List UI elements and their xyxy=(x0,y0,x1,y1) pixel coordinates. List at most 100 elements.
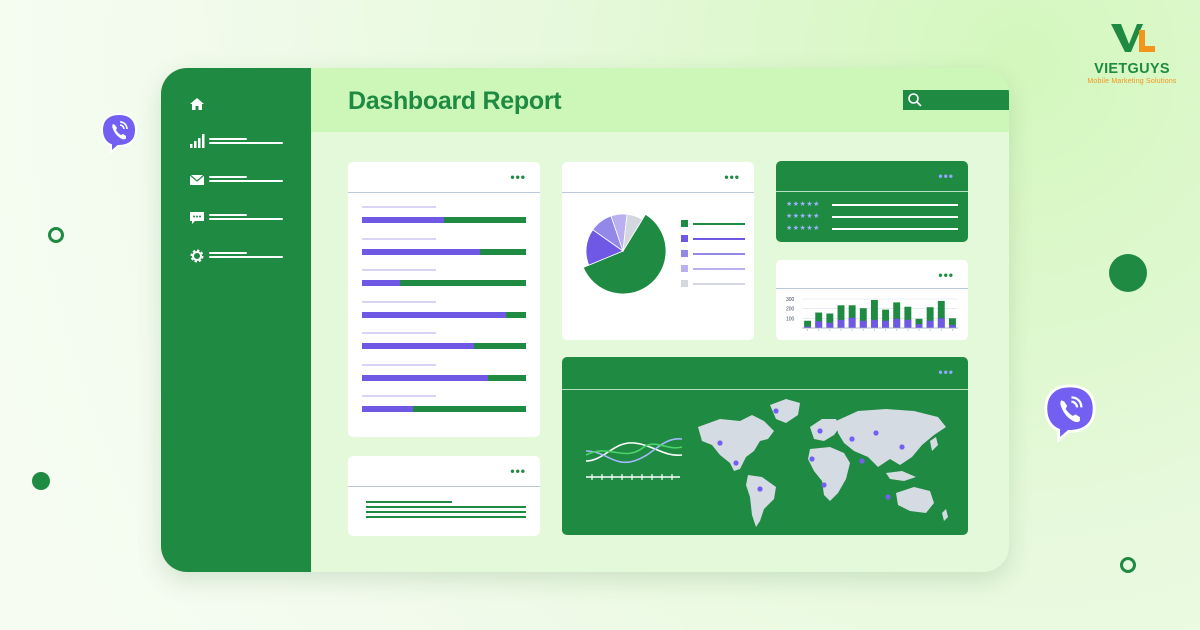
rating-card: ••• ★★★★★ ★★★★★ ★★★★★ xyxy=(776,161,968,242)
search-input[interactable] xyxy=(903,90,1009,110)
progress-bar-fill xyxy=(362,311,507,318)
progress-bar xyxy=(362,406,526,412)
viber-icon xyxy=(1044,384,1096,443)
signal-bars-icon xyxy=(190,134,205,148)
vietguys-logo: VIETGUYS Mobile Marketing Solutions xyxy=(1082,22,1182,85)
bar-series-2 xyxy=(937,318,945,328)
wave-line-graph xyxy=(585,438,683,480)
envelope-icon xyxy=(189,174,205,185)
legend-swatch xyxy=(681,280,688,287)
sidebar-item-label xyxy=(209,138,247,140)
card-menu-button[interactable]: ••• xyxy=(938,366,954,378)
y-tick-label: 200 xyxy=(786,307,795,313)
bar-series-2 xyxy=(815,321,823,328)
progress-label xyxy=(362,237,436,240)
bar-series-2 xyxy=(870,319,878,328)
bar-chart: 300 200 100 xyxy=(786,297,958,331)
home-icon xyxy=(190,98,204,110)
progress-bar xyxy=(362,248,526,255)
progress-bar-fill xyxy=(362,374,489,381)
search-icon xyxy=(908,93,922,107)
text-card: ••• xyxy=(348,456,540,536)
progress-bar xyxy=(362,217,526,223)
progress-bar xyxy=(362,374,526,381)
pie-chart-card: ••• xyxy=(562,162,754,340)
progress-bar-fill xyxy=(362,406,413,412)
progress-card: ••• xyxy=(348,162,540,437)
decor-ring-right xyxy=(1120,557,1136,573)
gear-icon xyxy=(190,249,204,263)
card-divider xyxy=(348,486,540,487)
legend-swatch xyxy=(681,220,688,227)
progress-bar-fill xyxy=(362,280,400,286)
decor-ring-left xyxy=(48,227,64,243)
sidebar-item-label xyxy=(209,256,283,258)
brand-name: VIETGUYS xyxy=(1094,61,1170,77)
progress-bar-fill xyxy=(362,343,474,349)
text-line xyxy=(366,506,526,508)
progress-bar xyxy=(362,343,526,349)
bar-series-2 xyxy=(904,319,912,328)
legend-label xyxy=(693,283,745,285)
rating-line xyxy=(832,216,958,218)
rating-line xyxy=(832,228,958,230)
legend-label xyxy=(693,238,745,240)
bar-series-2 xyxy=(926,320,934,328)
dashboard-window: Dashboard Report ••• ••• ••• ••• ★★★★★ ★… xyxy=(161,68,1009,572)
bar-series-2 xyxy=(915,324,923,328)
sidebar-item-label xyxy=(209,176,247,178)
sidebar-item-label xyxy=(209,142,283,144)
legend-label xyxy=(693,223,745,225)
star-rating: ★★★★★ xyxy=(786,200,820,208)
world-map xyxy=(698,399,948,527)
card-divider xyxy=(348,192,540,193)
chat-bubble-icon xyxy=(190,212,204,224)
bar-series-2 xyxy=(859,320,867,328)
bar-series-2 xyxy=(848,317,856,328)
vl-logo-mark-icon xyxy=(1111,24,1155,52)
card-divider xyxy=(776,288,968,289)
sidebar-item-label xyxy=(209,214,247,216)
y-tick-label: 300 xyxy=(786,297,795,303)
card-menu-button[interactable]: ••• xyxy=(724,171,740,183)
bar-series-2 xyxy=(882,320,890,328)
bar-series-2 xyxy=(893,318,901,328)
world-map-card: ••• xyxy=(562,357,968,535)
progress-bar xyxy=(362,311,526,318)
y-tick-label: 100 xyxy=(786,316,795,322)
card-divider xyxy=(562,192,754,193)
text-line xyxy=(366,501,452,503)
text-line xyxy=(366,511,526,513)
progress-label xyxy=(362,395,436,397)
card-menu-button[interactable]: ••• xyxy=(938,269,954,281)
card-menu-button[interactable]: ••• xyxy=(510,171,526,183)
sidebar-item-label xyxy=(209,252,247,254)
progress-label xyxy=(362,269,436,271)
bar-series-2 xyxy=(837,319,845,328)
progress-label xyxy=(362,332,436,334)
sidebar xyxy=(161,68,311,572)
bar-series-2 xyxy=(948,325,956,328)
star-rating: ★★★★★ xyxy=(786,224,820,232)
card-divider xyxy=(776,191,968,192)
header-bar: Dashboard Report xyxy=(311,68,1009,132)
page-title: Dashboard Report xyxy=(348,87,562,115)
legend-label xyxy=(693,268,745,270)
progress-bar-fill xyxy=(362,217,444,223)
pie-chart xyxy=(582,213,667,295)
bar-series-2 xyxy=(826,322,834,328)
sidebar-item-label xyxy=(209,218,283,220)
star-rating: ★★★★★ xyxy=(786,212,820,220)
decor-dot-left xyxy=(32,472,50,490)
card-menu-button[interactable]: ••• xyxy=(510,465,526,477)
decor-dot-right xyxy=(1109,254,1147,292)
legend-swatch xyxy=(681,265,688,272)
sidebar-item-label xyxy=(209,180,283,182)
progress-bar xyxy=(362,280,526,286)
text-line xyxy=(366,516,526,518)
progress-label xyxy=(362,206,436,208)
progress-bar-fill xyxy=(362,248,481,255)
card-menu-button[interactable]: ••• xyxy=(938,170,954,182)
bar-chart-card: ••• 300 200 100 xyxy=(776,260,968,340)
legend-label xyxy=(693,253,745,255)
